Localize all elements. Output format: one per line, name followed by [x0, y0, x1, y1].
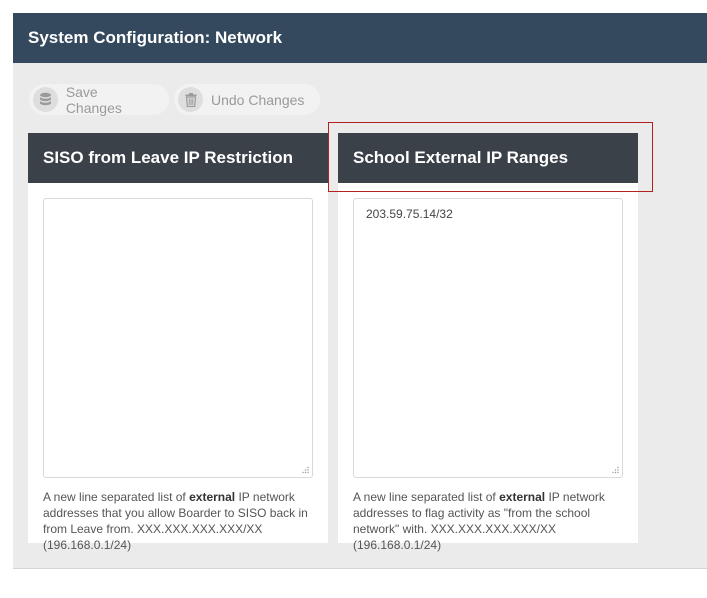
school-external-ip-help: A new line separated list of external IP…: [353, 490, 605, 552]
siso-leave-ip-textarea[interactable]: [43, 198, 313, 478]
trash-icon: [178, 87, 203, 112]
siso-leave-ip-card: SISO from Leave IP Restriction A new lin…: [28, 133, 328, 552]
school-external-ip-textarea[interactable]: 203.59.75.14/32: [353, 198, 623, 478]
save-changes-button[interactable]: Save Changes: [29, 83, 169, 116]
school-external-ip-card: School External IP Ranges 203.59.75.14/3…: [338, 133, 638, 552]
resize-grip-icon[interactable]: [301, 466, 309, 474]
resize-grip-icon[interactable]: [611, 466, 619, 474]
school-external-ip-title: School External IP Ranges: [338, 133, 638, 183]
undo-changes-label: Undo Changes: [211, 91, 305, 108]
page-title: System Configuration: Network: [13, 13, 707, 63]
siso-leave-ip-help: A new line separated list of external IP…: [43, 490, 308, 552]
undo-changes-button[interactable]: Undo Changes: [174, 84, 320, 115]
siso-leave-ip-title: SISO from Leave IP Restriction: [28, 133, 328, 183]
config-panel: System Configuration: Network Save Chang…: [13, 13, 707, 569]
save-changes-label: Save Changes: [65, 83, 122, 116]
database-icon: [33, 87, 58, 112]
school-external-ip-value: 203.59.75.14/32: [366, 207, 453, 221]
